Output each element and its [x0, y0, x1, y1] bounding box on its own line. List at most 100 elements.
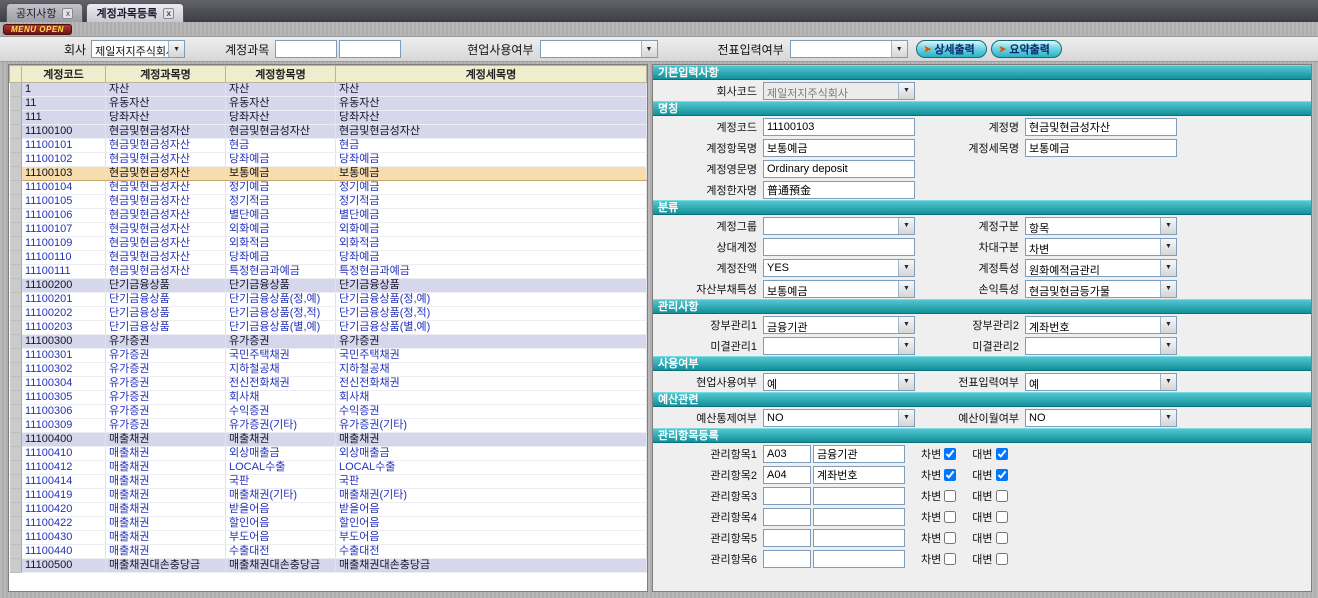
- detail-name-field[interactable]: [1025, 139, 1177, 157]
- summary-print-button[interactable]: ➤ 요약출력: [991, 40, 1062, 58]
- use1-select[interactable]: 예 ▼: [763, 373, 915, 391]
- debit-checkbox[interactable]: [944, 490, 956, 502]
- close-icon[interactable]: x: [163, 8, 174, 19]
- table-row[interactable]: 11100302유가증권지하철공채지하철공채: [10, 363, 647, 377]
- debit-checkbox[interactable]: [944, 511, 956, 523]
- mgmt-item-name-input[interactable]: [813, 529, 905, 547]
- account-code-input[interactable]: [275, 40, 337, 58]
- hanja-name-field[interactable]: [763, 181, 915, 199]
- mgmt-item-name-input[interactable]: [813, 508, 905, 526]
- account-name-field[interactable]: [1025, 118, 1177, 136]
- table-row[interactable]: 111당좌자산당좌자산당좌자산: [10, 111, 647, 125]
- mgmt-item-code-input[interactable]: [763, 487, 811, 505]
- table-row[interactable]: 11100101현금및현금성자산현금현금: [10, 139, 647, 153]
- credit-checkbox[interactable]: [996, 553, 1008, 565]
- credit-checkbox[interactable]: [996, 469, 1008, 481]
- use2-select[interactable]: 예 ▼: [1025, 373, 1177, 391]
- account-name-input[interactable]: [339, 40, 401, 58]
- table-row[interactable]: 11100309유가증권유가증권(기타)유가증권(기타): [10, 419, 647, 433]
- table-row[interactable]: 11100400매출채권매출채권매출채권: [10, 433, 647, 447]
- table-row[interactable]: 11100500매출채권대손충당금매출채권대손충당금매출채권대손충당금: [10, 559, 647, 573]
- contra-field[interactable]: [763, 238, 915, 256]
- col-account-name[interactable]: 계정과목명: [106, 66, 226, 83]
- gubun-select[interactable]: 항목 ▼: [1025, 217, 1177, 235]
- table-row[interactable]: 11100412매출채권LOCAL수출LOCAL수출: [10, 461, 647, 475]
- table-row[interactable]: 11100202단기금융상품단기금융상품(정,적)단기금융상품(정,적): [10, 307, 647, 321]
- table-row[interactable]: 11100430매출채권부도어음부도어음: [10, 531, 647, 545]
- table-row[interactable]: 11100305유가증권회사채회사채: [10, 391, 647, 405]
- mgmt-item-name-input[interactable]: [813, 445, 905, 463]
- open2-select[interactable]: ▼: [1025, 337, 1177, 355]
- budget1-select[interactable]: NO ▼: [763, 409, 915, 427]
- credit-checkbox[interactable]: [996, 511, 1008, 523]
- chevron-down-icon: ▼: [1160, 239, 1176, 255]
- table-row[interactable]: 11100440매출채권수출대전수출대전: [10, 545, 647, 559]
- open1-select[interactable]: ▼: [763, 337, 915, 355]
- table-row[interactable]: 11100107현금및현금성자산외화예금외화예금: [10, 223, 647, 237]
- tab-account-register[interactable]: 계정과목등록 x: [86, 3, 184, 22]
- table-row[interactable]: 11100110현금및현금성자산당좌예금당좌예금: [10, 251, 647, 265]
- mgmt-item-code-input[interactable]: [763, 550, 811, 568]
- table-row[interactable]: 1자산자산자산: [10, 83, 647, 97]
- col-item-name[interactable]: 계정항목명: [226, 66, 336, 83]
- table-row[interactable]: 11100304유가증권전신전화채권전신전화채권: [10, 377, 647, 391]
- table-row[interactable]: 11100201단기금융상품단기금융상품(정,예)단기금융상품(정,예): [10, 293, 647, 307]
- chevron-down-icon: ▼: [898, 317, 914, 333]
- mgmt-item-name-input[interactable]: [813, 487, 905, 505]
- dc-select[interactable]: 차변 ▼: [1025, 238, 1177, 256]
- debit-checkbox[interactable]: [944, 532, 956, 544]
- table-row[interactable]: 11100414매출채권국판국판: [10, 475, 647, 489]
- table-row[interactable]: 11100106현금및현금성자산별단예금별단예금: [10, 209, 647, 223]
- debit-checkbox[interactable]: [944, 553, 956, 565]
- table-row[interactable]: 11100419매출채권매출채권(기타)매출채권(기타): [10, 489, 647, 503]
- use-filter-select[interactable]: ▼: [540, 40, 658, 58]
- credit-checkbox[interactable]: [996, 490, 1008, 502]
- table-row[interactable]: 11100301유가증권국민주택채권국민주택채권: [10, 349, 647, 363]
- close-icon[interactable]: x: [62, 8, 73, 19]
- table-row[interactable]: 11100420매출채권받을어음받을어음: [10, 503, 647, 517]
- table-row[interactable]: 11100200단기금융상품단기금융상품단기금융상품: [10, 279, 647, 293]
- company-select[interactable]: 제일저지주식회사 ▼: [91, 40, 185, 58]
- table-row[interactable]: 11100103현금및현금성자산보통예금보통예금: [10, 167, 647, 181]
- budget2-select[interactable]: NO ▼: [1025, 409, 1177, 427]
- table-row[interactable]: 11100410매출채권외상매출금외상매출금: [10, 447, 647, 461]
- table-row[interactable]: 11100100현금및현금성자산현금및현금성자산현금및현금성자산: [10, 125, 647, 139]
- col-detail-name[interactable]: 계정세목명: [336, 66, 647, 83]
- mgmt-item-code-input[interactable]: [763, 529, 811, 547]
- balance-select[interactable]: YES ▼: [763, 259, 915, 277]
- col-account-code[interactable]: 계정코드: [22, 66, 106, 83]
- mgmt-item-name-input[interactable]: [813, 466, 905, 484]
- table-row[interactable]: 11100203단기금융상품단기금융상품(별,예)단기금융상품(별,예): [10, 321, 647, 335]
- table-row[interactable]: 11100422매출채권할인어음할인어음: [10, 517, 647, 531]
- table-row[interactable]: 11유동자산유동자산유동자산: [10, 97, 647, 111]
- tab-notice[interactable]: 공지사항 x: [6, 3, 83, 22]
- table-row[interactable]: 11100105현금및현금성자산정기적금정기적금: [10, 195, 647, 209]
- pl-select[interactable]: 현금및현금등가물 ▼: [1025, 280, 1177, 298]
- mgmt-item-code-input[interactable]: [763, 466, 811, 484]
- char-select[interactable]: 원화예적금관리 ▼: [1025, 259, 1177, 277]
- credit-checkbox[interactable]: [996, 448, 1008, 460]
- account-code-field[interactable]: [763, 118, 915, 136]
- asset-select[interactable]: 보통예금 ▼: [763, 280, 915, 298]
- table-row[interactable]: 11100306유가증권수익증권수익증권: [10, 405, 647, 419]
- debit-checkbox[interactable]: [944, 469, 956, 481]
- slip-filter-select[interactable]: ▼: [790, 40, 908, 58]
- credit-checkbox[interactable]: [996, 532, 1008, 544]
- menu-open-button[interactable]: MENU OPEN: [3, 24, 72, 35]
- book2-select[interactable]: 계좌번호 ▼: [1025, 316, 1177, 334]
- debit-checkbox[interactable]: [944, 448, 956, 460]
- group-select[interactable]: ▼: [763, 217, 915, 235]
- table-row[interactable]: 11100300유가증권유가증권유가증권: [10, 335, 647, 349]
- table-row[interactable]: 11100102현금및현금성자산당좌예금당좌예금: [10, 153, 647, 167]
- table-row[interactable]: 11100109현금및현금성자산외화적금외화적금: [10, 237, 647, 251]
- item-name-field[interactable]: [763, 139, 915, 157]
- detail-print-button[interactable]: ➤ 상세출력: [916, 40, 987, 58]
- mgmt-item-name-input[interactable]: [813, 550, 905, 568]
- chevron-down-icon: ▼: [1160, 218, 1176, 234]
- table-row[interactable]: 11100104현금및현금성자산정기예금정기예금: [10, 181, 647, 195]
- book1-select[interactable]: 금융기관 ▼: [763, 316, 915, 334]
- mgmt-item-code-input[interactable]: [763, 508, 811, 526]
- eng-name-field[interactable]: [763, 160, 915, 178]
- mgmt-item-code-input[interactable]: [763, 445, 811, 463]
- table-row[interactable]: 11100111현금및현금성자산특정현금과예금특정현금과예금: [10, 265, 647, 279]
